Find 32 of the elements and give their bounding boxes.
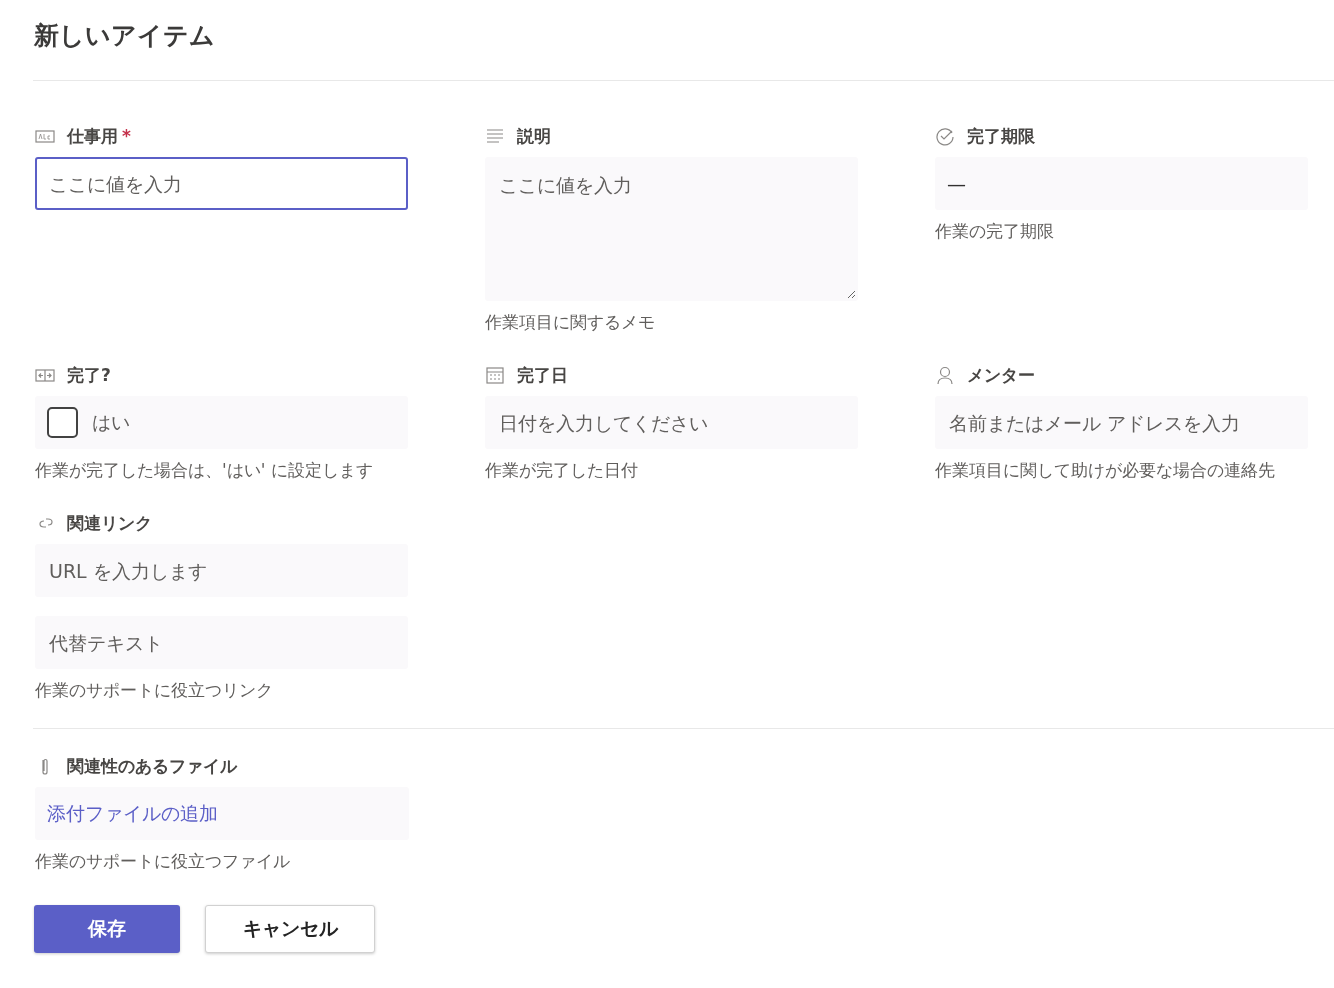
cancel-button[interactable]: キャンセル	[205, 905, 375, 953]
save-button[interactable]: 保存	[34, 905, 180, 953]
add-attachment-link[interactable]: 添付ファイルの追加	[47, 800, 218, 827]
alt-text-input-field[interactable]: 代替テキスト	[35, 616, 408, 669]
field-hint: 作業の完了期限	[935, 220, 1055, 243]
person-icon	[935, 365, 955, 385]
field-label: 仕事用 *	[67, 124, 131, 148]
url-input-field[interactable]: URL を入力します	[35, 544, 408, 597]
field-value: —	[947, 172, 966, 195]
field-label: 完了日	[517, 363, 568, 387]
page-title: 新しいアイテム	[34, 20, 216, 52]
field-label: メンター	[967, 363, 1035, 387]
textarea-field[interactable]: ここに値を入力	[485, 157, 858, 301]
field-label: 関連リンク	[67, 511, 152, 535]
field-hint: 作業のサポートに役立つファイル	[35, 850, 291, 873]
checkbox[interactable]	[47, 407, 78, 438]
check-circle-icon	[935, 126, 955, 146]
field-label: 説明	[517, 124, 551, 148]
field-hint: 作業項目に関するメモ	[485, 311, 656, 334]
field-hint: 作業が完了した日付	[485, 459, 639, 482]
text-input-field[interactable]: ここに値を入力	[35, 157, 408, 210]
field-label: 完了期限	[967, 124, 1035, 148]
field-hint: 作業が完了した場合は、'はい' に設定します	[35, 459, 374, 482]
calendar-icon	[485, 365, 505, 385]
field-hint: 作業のサポートに役立つリンク	[35, 679, 274, 702]
lines-icon	[485, 126, 505, 146]
person-picker-field[interactable]: 名前またはメール アドレスを入力	[935, 396, 1308, 449]
field-hint: 作業項目に関して助けが必要な場合の連絡先	[935, 459, 1276, 482]
field-label: 関連性のあるファイル	[67, 754, 237, 778]
checkbox-label: はい	[92, 409, 130, 435]
date-input-field[interactable]: 日付を入力してください	[485, 396, 858, 449]
field-label: 完了?	[67, 363, 111, 387]
